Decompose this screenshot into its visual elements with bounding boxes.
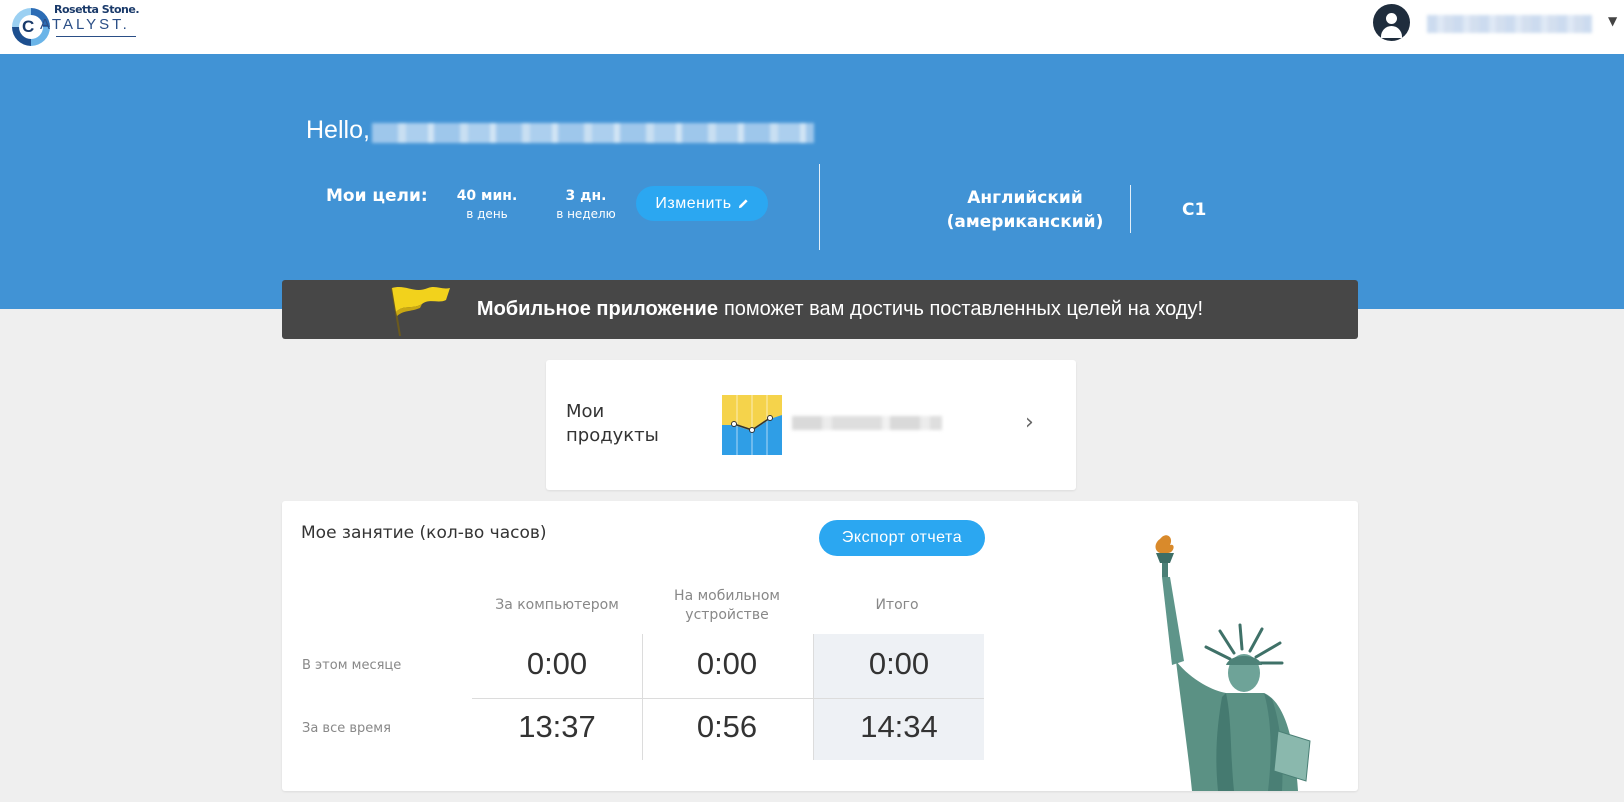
column-header-total: Итого: [875, 597, 919, 613]
column-header-mobile-line1: На мобильном: [674, 588, 780, 604]
chevron-right-icon[interactable]: ›: [1025, 410, 1034, 435]
top-bar: Rosetta Stone. C ATALYST. ▼: [0, 0, 1624, 54]
all-time-mobile-hours: 0:56: [696, 709, 758, 744]
avatar-body-icon: [1381, 26, 1402, 38]
column-header-computer: За компьютером: [495, 597, 619, 613]
logo-brand-text: Rosetta Stone.: [54, 3, 140, 16]
row-label-this-month: В этом месяце: [302, 658, 402, 673]
goal-days-value: 3 дн.: [565, 188, 607, 204]
banner-bold-text: Мобильное приложение: [476, 298, 718, 320]
goal-minutes-value: 40 мин.: [456, 188, 518, 204]
my-products-card[interactable]: Мои продукты ›: [546, 360, 1076, 490]
pencil-icon: [738, 199, 748, 209]
user-avatar[interactable]: [1373, 4, 1410, 41]
row-label-all-time: За все время: [302, 721, 391, 736]
export-report-button[interactable]: Экспорт отчета: [819, 520, 985, 556]
goals-label: Мои цели:: [326, 186, 428, 206]
user-name-redacted[interactable]: [1427, 15, 1592, 33]
this-month-total-hours: 0:00: [868, 646, 930, 681]
column-header-mobile: На мобильном устройстве: [642, 587, 812, 625]
table-divider: [472, 698, 984, 699]
statue-of-liberty-illustration: [1155, 535, 1311, 791]
my-activity-card: Мое занятие (кол-во часов) Экспорт отчет…: [282, 501, 1358, 791]
greeting-name-redacted: [372, 123, 814, 143]
goal-minutes-unit: в день: [466, 207, 508, 221]
course-language: Английский (американский): [940, 186, 1110, 234]
goal-days-unit: в неделю: [556, 207, 616, 221]
goal-days-per-week: 3 дн. в неделю: [541, 188, 631, 221]
all-time-computer-hours: 13:37: [518, 709, 596, 744]
goal-minutes-per-day: 40 мин. в день: [442, 188, 532, 221]
rosetta-stone-catalyst-logo[interactable]: Rosetta Stone. C ATALYST.: [10, 2, 140, 48]
this-month-mobile-hours: 0:00: [696, 646, 758, 681]
product-name-redacted: [792, 416, 942, 430]
greeting-text: Hello,: [306, 116, 370, 144]
chevron-down-icon[interactable]: ▼: [1608, 14, 1617, 28]
edit-goals-label: Изменить: [655, 194, 732, 212]
my-products-title-line2: продукты: [566, 425, 659, 446]
course-level: C1: [1182, 200, 1207, 220]
hero-divider: [819, 164, 820, 250]
logo-initial-text: C: [22, 17, 35, 36]
language-level-divider: [1130, 185, 1131, 233]
hero-panel: Hello, Мои цели: 40 мин. в день 3 дн. в …: [0, 54, 1624, 309]
language-line2: (американский): [946, 212, 1104, 232]
column-header-mobile-line2: устройстве: [685, 607, 769, 623]
banner-text: поможет вам достичь поставленных целей н…: [723, 298, 1204, 320]
my-products-title: Мои продукты: [566, 400, 676, 448]
flag-icon: [391, 287, 450, 337]
edit-goals-button[interactable]: Изменить: [636, 186, 768, 221]
logo-product-text: ATALYST.: [40, 16, 130, 33]
avatar-head-icon: [1386, 13, 1397, 24]
product-chart-icon: [722, 395, 782, 455]
my-products-title-line1: Мои: [566, 401, 605, 422]
language-line1: Английский: [967, 188, 1083, 208]
activity-title: Мое занятие (кол-во часов): [301, 523, 547, 543]
this-month-computer-hours: 0:00: [526, 646, 588, 681]
logo-underline: [56, 36, 136, 37]
all-time-total-hours: 14:34: [860, 709, 938, 744]
